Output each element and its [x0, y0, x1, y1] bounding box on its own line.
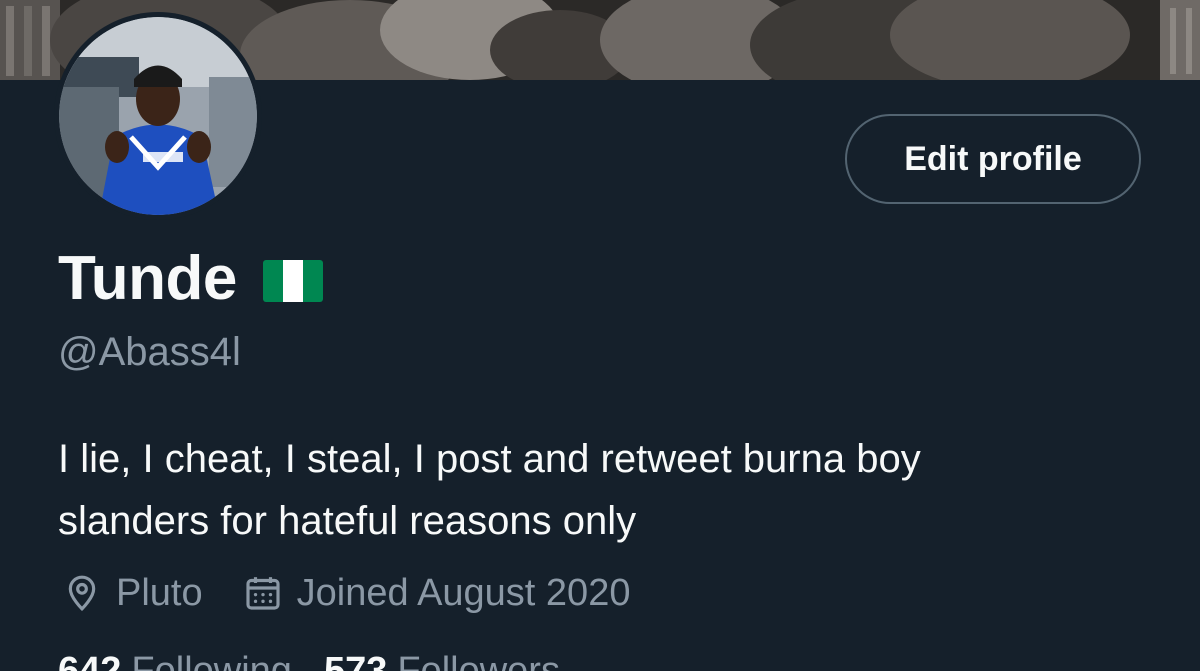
location-pin-icon — [68, 575, 96, 612]
joined-text: Joined August 2020 — [296, 571, 631, 614]
profile-stats: 642 Following 573 Followers — [58, 650, 560, 671]
profile-meta: Pluto Joined August 2020 — [62, 566, 670, 620]
calendar-icon — [246, 577, 280, 610]
bio-line: I lie, I cheat, I steal, I post and retw… — [58, 437, 921, 481]
followers-count: 573 — [323, 650, 388, 671]
following-link[interactable]: 642 Following — [58, 650, 292, 671]
flag-stripe-middle — [282, 260, 303, 302]
profile-name: Tunde — [58, 243, 237, 313]
profile-joined: Joined August 2020 — [243, 571, 631, 615]
profile-location: Pluto — [62, 572, 203, 615]
followers-link[interactable]: 573 Followers — [324, 650, 560, 671]
location-text: Pluto — [116, 571, 203, 614]
followers-label: Followers — [397, 650, 560, 671]
flag-stripe-left — [262, 260, 283, 302]
flag-stripe-right — [302, 260, 323, 302]
edit-profile-button[interactable]: Edit profile — [845, 114, 1141, 204]
profile-handle: @Abass4l — [58, 330, 241, 374]
nigeria-flag-icon — [262, 260, 323, 302]
profile-bio: I lie, I cheat, I steal, I post and retw… — [58, 428, 1168, 552]
following-label: Following — [131, 650, 292, 671]
profile-page: Edit profile Tunde @Abass4l I lie, I che… — [0, 0, 1200, 671]
following-count: 642 — [58, 650, 122, 671]
profile-avatar[interactable] — [54, 12, 262, 220]
profile-name-row: Tunde — [58, 242, 323, 314]
bio-line: slanders for hateful reasons only — [58, 499, 637, 543]
